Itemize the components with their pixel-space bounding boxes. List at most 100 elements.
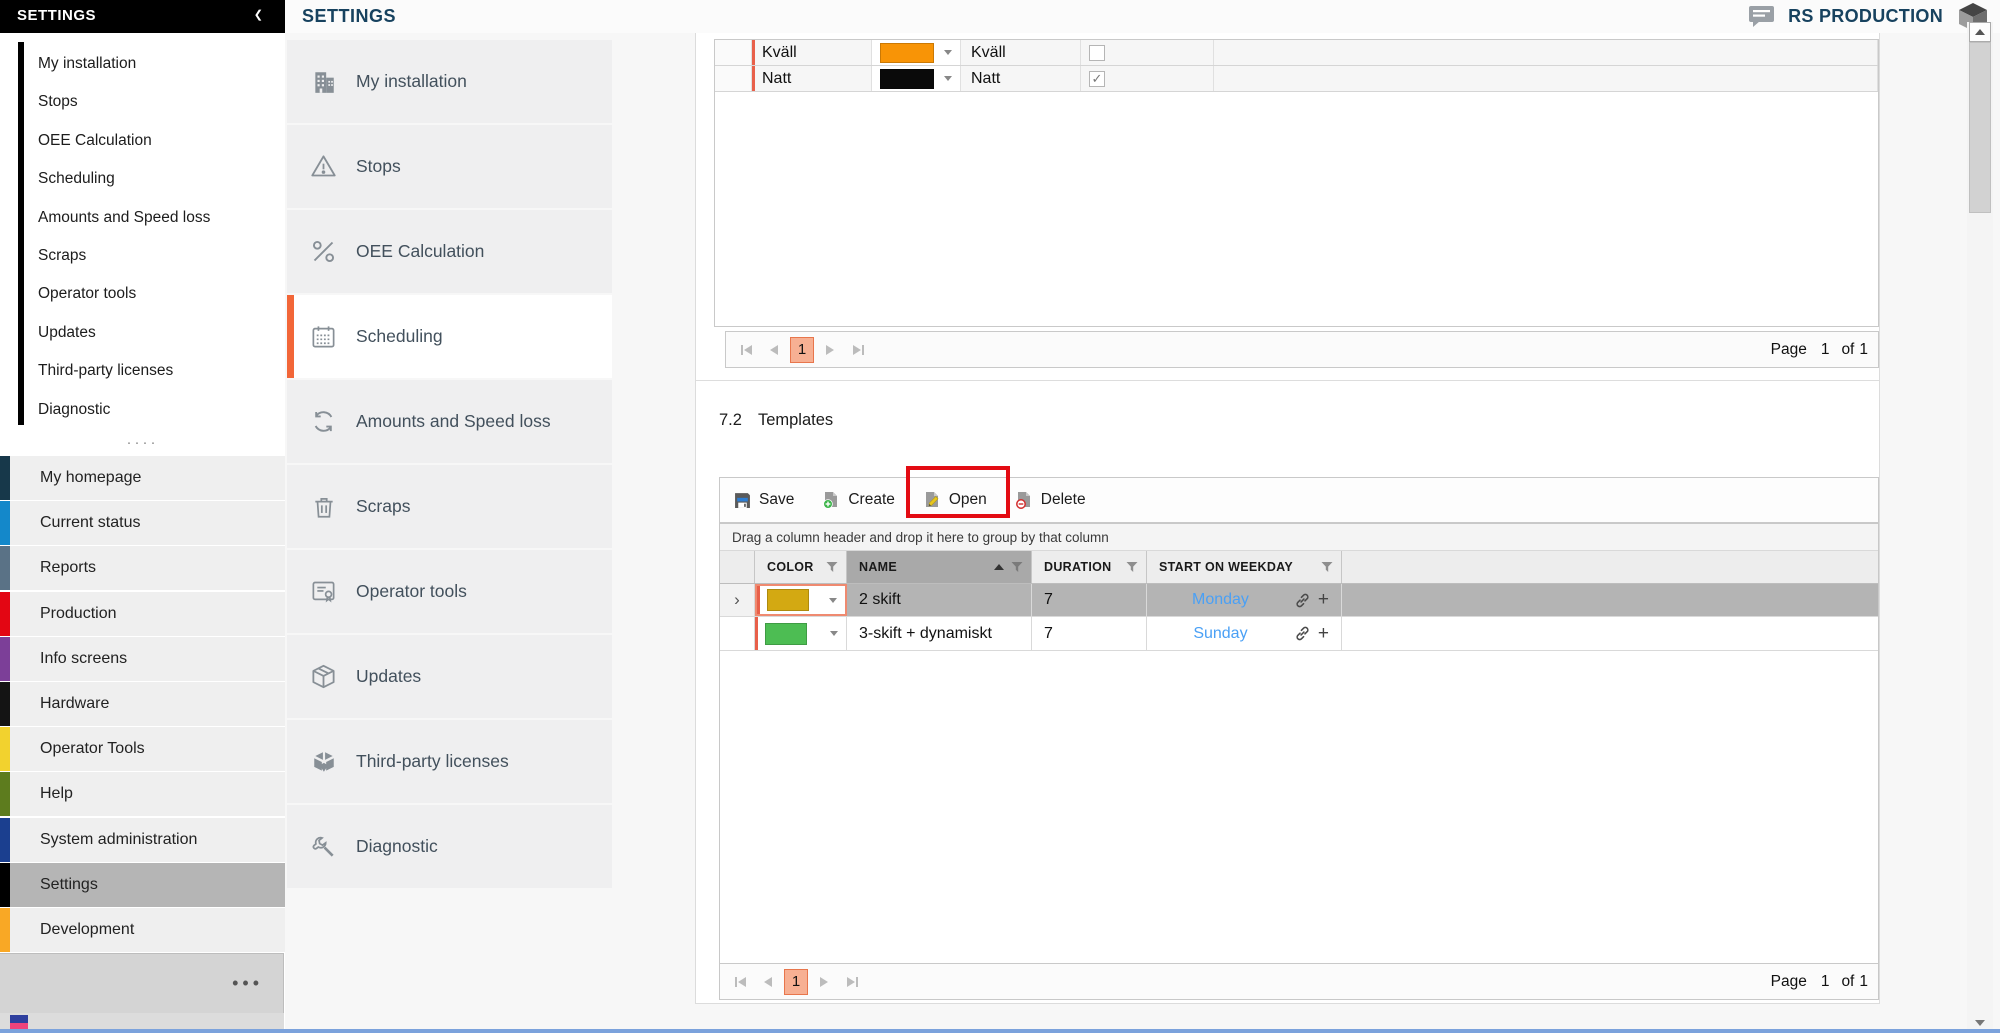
add-icon[interactable]: + — [1318, 592, 1329, 608]
weekday-link[interactable]: Monday — [1147, 591, 1294, 609]
template-color-dropdown[interactable] — [755, 617, 847, 650]
filter-icon[interactable] — [826, 561, 838, 573]
module-color-bar — [0, 908, 10, 952]
template-duration-cell[interactable]: 7 — [1032, 617, 1147, 650]
vertical-scrollbar[interactable] — [1967, 22, 1993, 1033]
delete-button[interactable]: Delete — [1013, 487, 1088, 513]
create-button[interactable]: Create — [820, 487, 897, 513]
pager-prev-button[interactable] — [757, 970, 779, 994]
template-weekday-cell[interactable]: Sunday + — [1147, 617, 1342, 650]
settings-menu-amounts-speed-loss[interactable]: Amounts and Speed loss — [287, 380, 612, 463]
scroll-up-button[interactable] — [1969, 22, 1991, 42]
more-options-icon[interactable]: ••• — [232, 978, 263, 988]
module-item-production[interactable]: Production — [0, 592, 285, 636]
pager-next-button[interactable] — [819, 338, 841, 362]
template-row[interactable]: 3-skift + dynamiskt 7 Sunday + — [720, 617, 1878, 651]
template-name-cell[interactable]: 2 skift — [847, 584, 1032, 616]
shift-display-name-cell[interactable]: Kväll — [961, 40, 1081, 65]
shift-name-cell[interactable]: Natt — [752, 66, 872, 91]
settings-menu-stops[interactable]: Stops — [287, 125, 612, 208]
table-row[interactable]: Natt Natt ✓ — [715, 66, 1878, 92]
weekday-link[interactable]: Sunday — [1147, 625, 1294, 643]
sidebar-item-third-party-licenses[interactable]: Third-party licenses — [38, 352, 281, 390]
table-row[interactable]: Kväll Kväll — [715, 40, 1878, 66]
pager-first-button[interactable] — [730, 970, 752, 994]
sidebar-item-scraps[interactable]: Scraps — [38, 237, 281, 275]
sidebar-item-scheduling[interactable]: Scheduling — [38, 160, 281, 198]
settings-menu-third-party-licenses[interactable]: Third-party licenses — [287, 720, 612, 803]
language-flag-icon[interactable] — [10, 1015, 28, 1030]
filter-icon[interactable] — [1126, 561, 1138, 573]
link-icon[interactable] — [1294, 592, 1311, 609]
module-item-hardware[interactable]: Hardware — [0, 682, 285, 726]
template-duration-cell[interactable]: 7 — [1032, 584, 1147, 616]
module-item-my-homepage[interactable]: My homepage — [0, 456, 285, 500]
create-icon — [822, 491, 840, 509]
settings-menu-oee-calculation[interactable]: OEE Calculation — [287, 210, 612, 293]
module-item-operator-tools[interactable]: Operator Tools — [0, 727, 285, 771]
module-item-development[interactable]: Development — [0, 908, 285, 952]
checkbox-unchecked[interactable] — [1089, 45, 1105, 61]
expand-row-cell[interactable] — [720, 617, 755, 650]
module-item-reports[interactable]: Reports — [0, 546, 285, 590]
expand-row-cell[interactable]: › — [720, 584, 755, 616]
module-item-info-screens[interactable]: Info screens — [0, 637, 285, 681]
module-item-current-status[interactable]: Current status — [0, 501, 285, 545]
filter-icon[interactable] — [1321, 561, 1333, 573]
sidebar-item-diagnostic[interactable]: Diagnostic — [38, 391, 281, 429]
chat-icon[interactable] — [1748, 5, 1775, 28]
save-button[interactable]: Save — [732, 487, 796, 513]
sidebar-item-operator-tools[interactable]: Operator tools — [38, 275, 281, 313]
settings-menu-diagnostic[interactable]: Diagnostic — [287, 805, 612, 888]
section-heading: 7.2 Templates — [719, 411, 833, 430]
empty-cell — [1214, 66, 1878, 91]
name-column-header[interactable]: NAME — [847, 551, 1032, 583]
module-item-system-administration[interactable]: System administration — [0, 818, 285, 862]
settings-menu-operator-tools[interactable]: Operator tools — [287, 550, 612, 633]
template-row-selected[interactable]: › 2 skift 7 Monday + — [720, 584, 1878, 617]
shift-color-dropdown[interactable] — [872, 66, 961, 91]
sidebar-item-oee-calculation[interactable]: OEE Calculation — [38, 122, 281, 160]
module-item-help[interactable]: Help — [0, 772, 285, 816]
settings-menu-scraps[interactable]: Scraps — [287, 465, 612, 548]
open-button[interactable]: Open — [921, 487, 989, 513]
scrollbar-thumb[interactable] — [1969, 42, 1991, 213]
settings-menu-my-installation[interactable]: My installation — [287, 40, 612, 123]
weekday-column-header[interactable]: START ON WEEKDAY — [1147, 551, 1342, 583]
dropdown-arrow-icon — [944, 50, 952, 55]
module-label: Current status — [40, 514, 140, 531]
sidebar-item-amounts-speed-loss[interactable]: Amounts and Speed loss — [38, 199, 281, 237]
pager-last-button[interactable] — [846, 338, 868, 362]
link-icon[interactable] — [1294, 625, 1311, 642]
color-column-header[interactable]: COLOR — [755, 551, 847, 583]
pager-prev-button[interactable] — [763, 338, 785, 362]
pager-current-page[interactable]: 1 — [790, 337, 814, 363]
sidebar-item-updates[interactable]: Updates — [38, 314, 281, 352]
module-color-bar — [0, 456, 10, 500]
pager-current-page[interactable]: 1 — [784, 969, 808, 995]
module-label: Help — [40, 785, 73, 802]
sidebar-item-stops[interactable]: Stops — [38, 83, 281, 121]
pager-next-button[interactable] — [813, 970, 835, 994]
checkbox-checked[interactable]: ✓ — [1089, 71, 1105, 87]
shift-display-name-cell[interactable]: Natt — [961, 66, 1081, 91]
shift-color-dropdown[interactable] — [872, 40, 961, 65]
pager-last-button[interactable] — [840, 970, 862, 994]
sidebar-splitter-handle[interactable]: ···· — [0, 436, 285, 454]
settings-menu-updates[interactable]: Updates — [287, 635, 612, 718]
module-color-bar — [0, 727, 10, 771]
shift-name-cell[interactable]: Kväll — [752, 40, 872, 65]
settings-menu-scheduling[interactable]: Scheduling — [287, 295, 612, 378]
group-by-drop-zone[interactable]: Drag a column header and drop it here to… — [720, 524, 1878, 551]
pager-first-button[interactable] — [736, 338, 758, 362]
template-weekday-cell[interactable]: Monday + — [1147, 584, 1342, 616]
duration-column-header[interactable]: DURATION — [1032, 551, 1147, 583]
collapse-sidebar-icon[interactable]: ❮ — [254, 8, 263, 21]
module-item-settings[interactable]: Settings — [0, 863, 285, 907]
save-icon — [734, 492, 751, 509]
add-icon[interactable]: + — [1318, 626, 1329, 642]
filter-icon[interactable] — [1011, 561, 1023, 573]
template-color-dropdown[interactable] — [755, 584, 847, 616]
template-name-cell[interactable]: 3-skift + dynamiskt — [847, 617, 1032, 650]
sidebar-item-my-installation[interactable]: My installation — [38, 45, 281, 83]
